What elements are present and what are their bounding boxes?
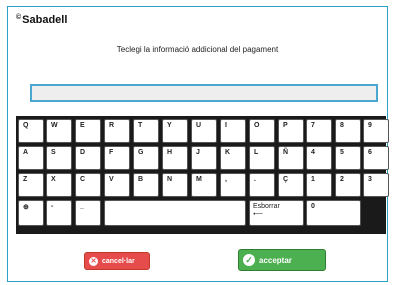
- check-icon: ✓: [243, 254, 255, 266]
- accept-button[interactable]: ✓ acceptar: [238, 249, 326, 271]
- key-n[interactable]: N: [162, 173, 188, 197]
- key-3[interactable]: 3: [363, 173, 389, 197]
- prompt-text: Teclegi la informació addicional del pag…: [116, 45, 279, 54]
- bank-logo: © Sabadell: [16, 14, 67, 26]
- key-x[interactable]: X: [46, 173, 72, 197]
- key-a[interactable]: A: [18, 146, 44, 170]
- accept-button-label: acceptar: [259, 255, 292, 265]
- key-zero[interactable]: 0: [306, 200, 361, 226]
- key-dash[interactable]: -: [46, 200, 72, 226]
- key-d[interactable]: D: [75, 146, 101, 170]
- key-t[interactable]: T: [133, 119, 159, 143]
- logo-mark: ©: [16, 14, 22, 21]
- key-g[interactable]: G: [133, 146, 159, 170]
- key-5[interactable]: 5: [335, 146, 361, 170]
- key-z[interactable]: Z: [18, 173, 44, 197]
- cancel-button-label: cancel·lar: [102, 257, 135, 265]
- key-6[interactable]: 6: [363, 146, 389, 170]
- key-p[interactable]: P: [278, 119, 304, 143]
- key-i[interactable]: I: [220, 119, 246, 143]
- onscreen-keyboard: Q W E R T Y U I O P 7 8 9 A S D F G H J K L Ñ 4 5 6 Z X C V B N M,. Ç 1 2 3 ⊕…: [16, 116, 389, 234]
- key-v[interactable]: V: [104, 173, 130, 197]
- key-e[interactable]: E: [75, 119, 101, 143]
- key-7[interactable]: 7: [306, 119, 332, 143]
- key-m[interactable]: M: [191, 173, 217, 197]
- key-ç[interactable]: Ç: [278, 173, 304, 197]
- key-w[interactable]: W: [46, 119, 72, 143]
- key-u[interactable]: U: [191, 119, 217, 143]
- key-8[interactable]: 8: [335, 119, 361, 143]
- backspace-label: Esborrar: [253, 203, 280, 210]
- key-q[interactable]: Q: [18, 119, 44, 143]
- key-1[interactable]: 1: [306, 173, 332, 197]
- space-key[interactable]: [104, 200, 246, 226]
- key-9[interactable]: 9: [363, 119, 389, 143]
- key-4[interactable]: 4: [306, 146, 332, 170]
- key-underscore[interactable]: _: [75, 200, 101, 226]
- key-k[interactable]: K: [220, 146, 246, 170]
- key-c[interactable]: C: [75, 173, 101, 197]
- key-o[interactable]: O: [249, 119, 275, 143]
- key-l[interactable]: L: [249, 146, 275, 170]
- key-period[interactable]: .: [249, 173, 275, 197]
- additional-info-input[interactable]: [30, 84, 378, 102]
- key-f[interactable]: F: [104, 146, 130, 170]
- key-h[interactable]: H: [162, 146, 188, 170]
- cancel-button[interactable]: ✕ cancel·lar: [84, 252, 150, 270]
- key-b[interactable]: B: [133, 173, 159, 197]
- key-r[interactable]: R: [104, 119, 130, 143]
- key-s[interactable]: S: [46, 146, 72, 170]
- key-y[interactable]: Y: [162, 119, 188, 143]
- key-j[interactable]: J: [191, 146, 217, 170]
- backspace-key[interactable]: Esborrar ⟵: [249, 200, 304, 226]
- logo-text: Sabadell: [22, 14, 68, 26]
- key-ñ[interactable]: Ñ: [278, 146, 304, 170]
- close-icon: ✕: [89, 256, 98, 266]
- key-comma[interactable]: ,: [220, 173, 246, 197]
- shift-key[interactable]: ⊕: [18, 200, 44, 226]
- backspace-arrow-icon: ⟵: [253, 211, 264, 218]
- key-2[interactable]: 2: [335, 173, 361, 197]
